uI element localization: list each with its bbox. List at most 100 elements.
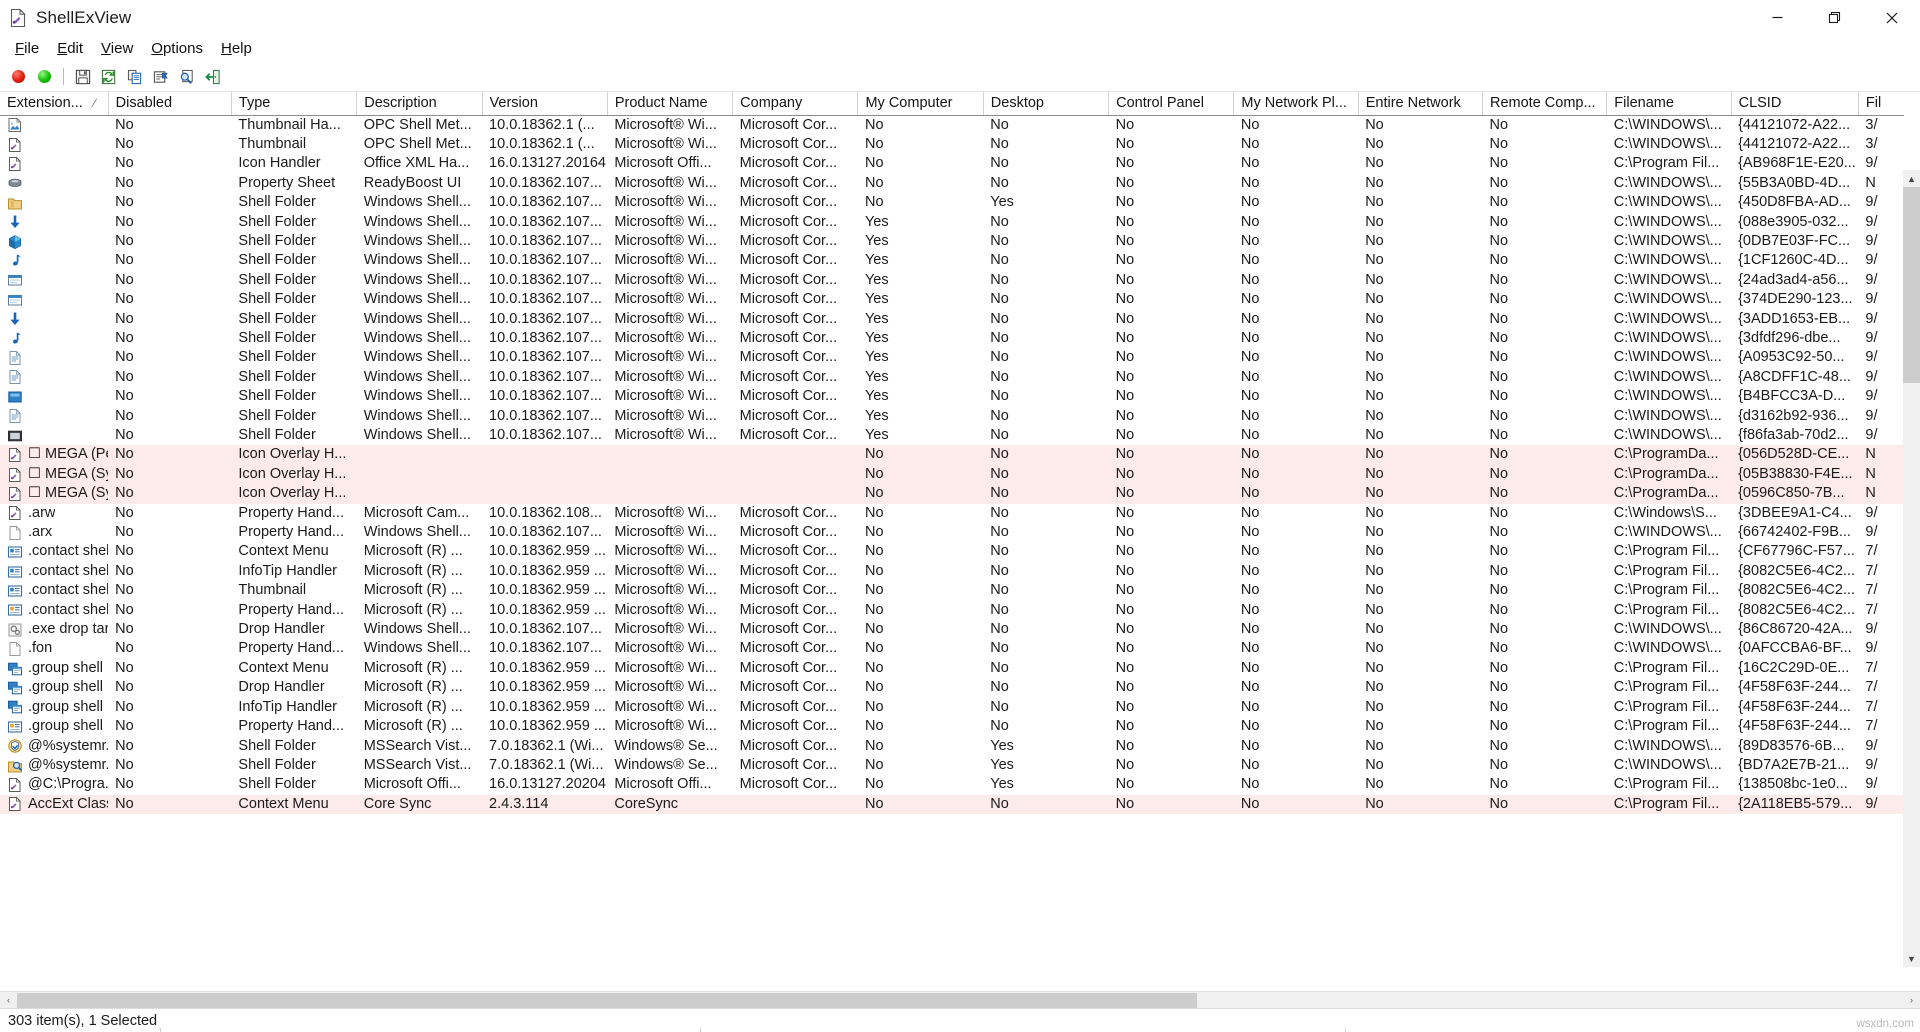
save-selected-items-button[interactable] — [70, 64, 96, 90]
menu-file[interactable]: File — [6, 38, 48, 60]
find-button[interactable] — [174, 64, 200, 90]
cell-type: InfoTip Handler — [231, 697, 357, 718]
table-row[interactable]: No Thumbnail OPC Shell Met... 10.0.18362.1 … — [0, 134, 1904, 155]
table-row[interactable]: No Shell Folder Windows Shell... 10.0.18362… — [0, 270, 1904, 291]
horizontal-scrollbar[interactable]: ‹ › — [0, 991, 1920, 1008]
table-row[interactable]: No Shell Folder Windows Shell... 10.0.18362… — [0, 212, 1904, 232]
column-header-product_name[interactable]: Product Name — [607, 92, 734, 116]
column-header-desktop[interactable]: Desktop — [983, 92, 1110, 116]
table-row[interactable]: .contact shel...NoInfoTip HandlerMicroso… — [0, 561, 1904, 582]
refresh-button[interactable] — [96, 64, 122, 90]
properties-button[interactable] — [148, 64, 174, 90]
cell-description: ReadyBoost UI — [356, 173, 483, 194]
table-row[interactable]: @%systemr...NoShell FolderMSSearch Vist.… — [0, 736, 1904, 756]
table-row[interactable]: .contact shel...NoContext MenuMicrosoft … — [0, 542, 1904, 562]
table-row[interactable]: .fon No Property Hand... Windows Shell... 10… — [0, 639, 1904, 659]
cell-type: Shell Folder — [231, 387, 357, 407]
table-row[interactable]: .group shell ...NoProperty Hand...Micros… — [0, 717, 1904, 737]
table-row[interactable]: No Thumbnail Ha... OPC Shell Met... 10.0.18… — [0, 115, 1904, 135]
table-row[interactable]: No Shell Folder Windows Shell... 10.0.18362… — [0, 426, 1904, 446]
column-header-label: Type — [238, 94, 271, 111]
column-header-control_panel[interactable]: Control Panel — [1108, 92, 1235, 116]
column-header-type[interactable]: Type — [231, 92, 358, 116]
cell-remote_computer: No — [1482, 173, 1607, 194]
cell-my_network_places: No — [1233, 542, 1359, 562]
menu-view[interactable]: View — [92, 38, 142, 60]
table-row[interactable]: ☐ MEGA (Pe...NoIcon Overlay H...NoNoNoNo… — [0, 445, 1904, 465]
cell-control_panel: No — [1108, 775, 1234, 795]
horizontal-scroll-thumb[interactable] — [17, 992, 1197, 1008]
table-row[interactable]: .contact shel...NoProperty Hand...Micros… — [0, 600, 1904, 621]
column-header-version[interactable]: Version — [482, 92, 608, 116]
scroll-right-arrow-icon[interactable]: › — [1903, 991, 1920, 1008]
maximize-restore-button[interactable] — [1806, 0, 1863, 36]
column-header-extension[interactable]: Extension... ∕ — [0, 92, 109, 116]
menu-help[interactable]: Help — [212, 38, 261, 60]
table-row[interactable]: No Icon Handler Office XML Ha... 16.0.13127… — [0, 154, 1904, 174]
table-row[interactable]: @C:\Progra... No Shell Folder Microsoft Off… — [0, 775, 1904, 795]
table-row[interactable]: No Shell Folder Windows Shell... 10.0.18362… — [0, 309, 1904, 329]
table-row[interactable]: No Shell Folder Windows Shell... 10.0.18362… — [0, 193, 1904, 213]
table-row[interactable]: .group shell ...NoDrop HandlerMicrosoft … — [0, 678, 1904, 698]
table-row[interactable]: No Shell Folder Windows Shell... 10.0.18362… — [0, 387, 1904, 407]
column-header-remote_computer[interactable]: Remote Comp... — [1482, 92, 1608, 116]
cell-desktop: Yes — [983, 755, 1109, 776]
menu-edit[interactable]: Edit — [48, 38, 92, 60]
cell-clsid: {8082C5E6-4C2... — [1731, 561, 1859, 582]
enable-selected-items-button[interactable] — [31, 64, 57, 90]
table-row[interactable]: No Shell Folder Windows Shell... 10.0.18362… — [0, 251, 1904, 271]
table-row[interactable]: No Shell Folder Windows Shell... 10.0.18362… — [0, 328, 1904, 349]
table-row[interactable]: No Shell Folder Windows Shell... 10.0.18362… — [0, 367, 1904, 388]
cell-clsid: {f86fa3ab-70d2... — [1731, 426, 1859, 446]
vertical-scroll-track[interactable] — [1903, 187, 1920, 950]
extension-label: .fon — [28, 640, 53, 657]
listview-viewport[interactable]: Extension... ∕ Disabled Type Description Vers… — [0, 92, 1920, 991]
scroll-left-arrow-icon[interactable]: ‹ — [0, 991, 17, 1008]
extensions-table: Extension... ∕ Disabled Type Description Vers… — [0, 92, 1904, 815]
table-row[interactable]: .contact shel...NoThumbnailMicrosoft (R)… — [0, 581, 1904, 601]
table-row[interactable]: .group shell ...NoContext MenuMicrosoft … — [0, 658, 1904, 679]
horizontal-scroll-track[interactable] — [17, 991, 1903, 1008]
column-header-clsid[interactable]: CLSID — [1731, 92, 1859, 116]
column-header-file_extra[interactable]: Fil — [1858, 92, 1904, 116]
column-header-company[interactable]: Company — [732, 92, 859, 116]
table-row[interactable]: No Shell Folder Windows Shell... 10.0.18362… — [0, 290, 1904, 310]
table-row[interactable]: .arw No Property Hand... Microsoft Cam... 10… — [0, 503, 1904, 524]
cell-desktop: No — [983, 348, 1109, 368]
column-header-filename[interactable]: Filename — [1606, 92, 1732, 116]
table-row[interactable]: ☐ MEGA (Sy...NoIcon Overlay H...NoNoNoNo… — [0, 484, 1904, 504]
vertical-scrollbar[interactable]: ▲ ▼ — [1903, 170, 1920, 967]
table-row[interactable]: .exe drop tar...NoDrop HandlerWindows Sh… — [0, 620, 1904, 640]
copy-selected-items-button[interactable] — [122, 64, 148, 90]
column-header-description[interactable]: Description — [356, 92, 483, 116]
close-button[interactable] — [1863, 0, 1920, 36]
extension-cell-content: @%systemr... — [7, 756, 108, 775]
column-header-disabled[interactable]: Disabled — [108, 92, 232, 116]
table-row[interactable]: No Property Sheet ReadyBoost UI 10.0.18362.… — [0, 173, 1904, 194]
table-row[interactable]: .group shell ...NoInfoTip HandlerMicroso… — [0, 697, 1904, 718]
cell-remote_computer: No — [1482, 328, 1607, 349]
cell-type: Shell Folder — [231, 736, 357, 756]
table-row[interactable]: ☐ MEGA (Sy...NoIcon Overlay H...NoNoNoNo… — [0, 464, 1904, 485]
table-row[interactable]: @%systemr...NoShell FolderMSSearch Vist.… — [0, 755, 1904, 776]
disable-selected-items-button[interactable] — [5, 64, 31, 90]
scroll-up-arrow-icon[interactable]: ▲ — [1903, 170, 1920, 187]
scroll-down-arrow-icon[interactable]: ▼ — [1903, 950, 1920, 967]
menu-options[interactable]: Options — [142, 38, 212, 60]
cell-disabled: No — [108, 755, 232, 776]
minimize-button[interactable] — [1749, 0, 1806, 36]
cell-disabled: No — [108, 367, 232, 388]
music-note-icon — [12, 254, 21, 266]
column-header-my_network_places[interactable]: My Network Pl... — [1233, 92, 1359, 116]
extension-cell-content: .group shell ... — [7, 717, 108, 736]
table-row[interactable]: .arx No Property Hand... Windows Shell... 10… — [0, 523, 1904, 543]
column-header-my_computer[interactable]: My Computer — [857, 92, 984, 116]
column-header-entire_network[interactable]: Entire Network — [1358, 92, 1484, 116]
table-row[interactable]: No Shell Folder Windows Shell... 10.0.18362… — [0, 406, 1904, 426]
cell-disabled: No — [108, 717, 232, 737]
table-row[interactable]: No Shell Folder Windows Shell... 10.0.18362… — [0, 348, 1904, 368]
table-row[interactable]: No Shell Folder Windows Shell... 10.0.18362… — [0, 231, 1904, 252]
exit-button[interactable] — [200, 64, 226, 90]
vertical-scroll-thumb[interactable] — [1903, 187, 1920, 383]
table-row[interactable]: AccExt Class No Context Menu Core Sync 2.4.3… — [0, 794, 1904, 815]
